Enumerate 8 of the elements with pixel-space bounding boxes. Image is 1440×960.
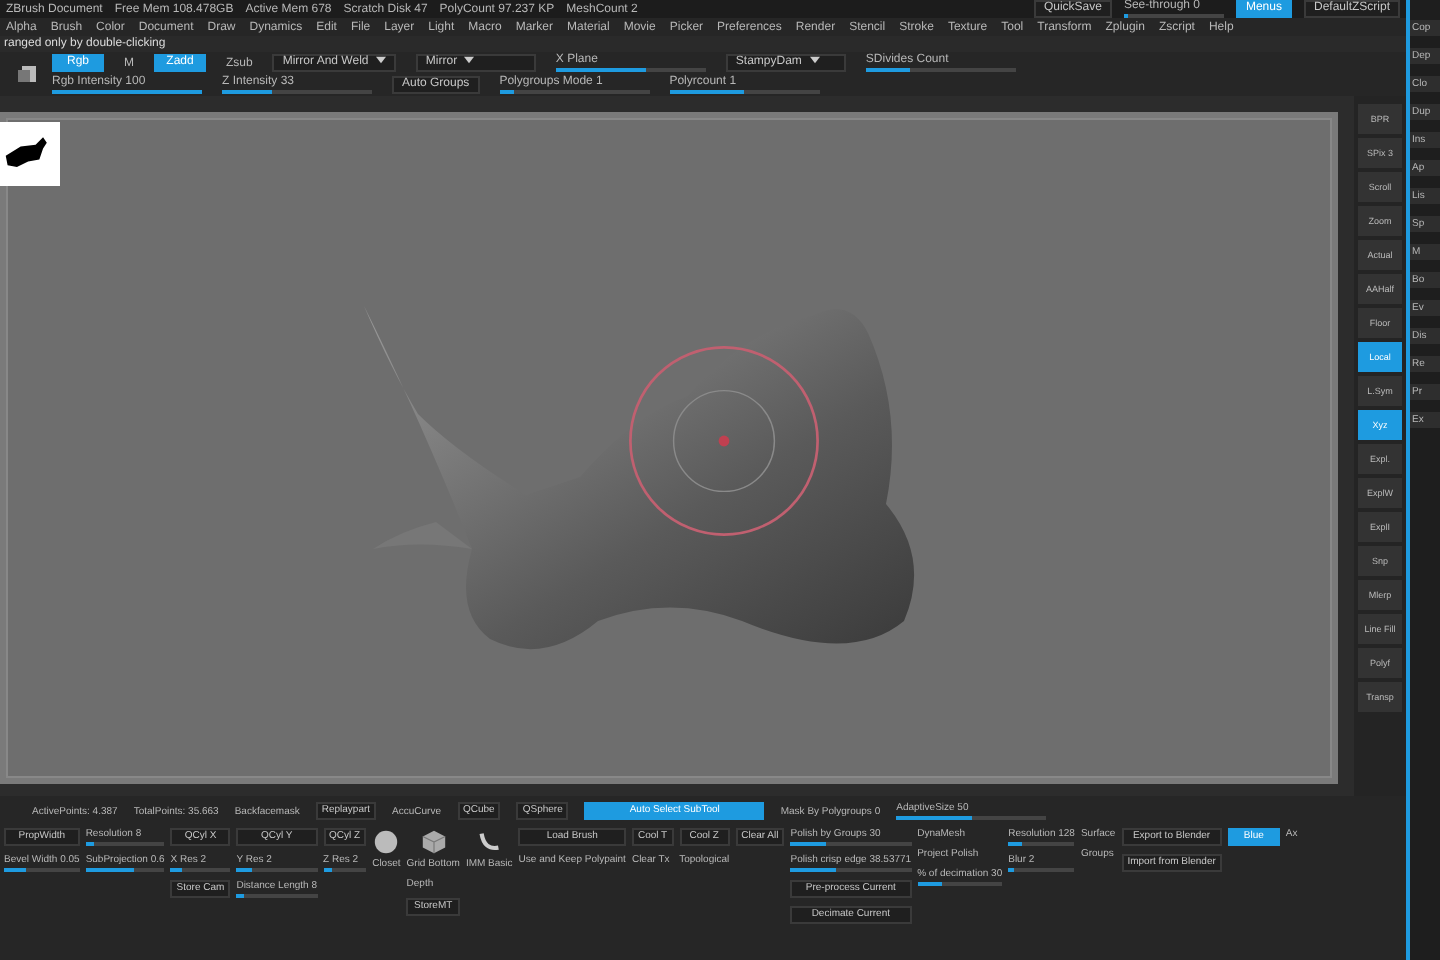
caret-icon [464, 56, 475, 64]
cube-icon[interactable] [419, 828, 448, 856]
caret-icon [809, 56, 820, 64]
caret-icon [375, 56, 386, 64]
document-icon[interactable] [16, 62, 40, 86]
sphere-icon[interactable] [372, 828, 401, 856]
alpha-thumbnail[interactable] [0, 122, 60, 186]
curve-stroke-icon[interactable] [475, 828, 504, 856]
